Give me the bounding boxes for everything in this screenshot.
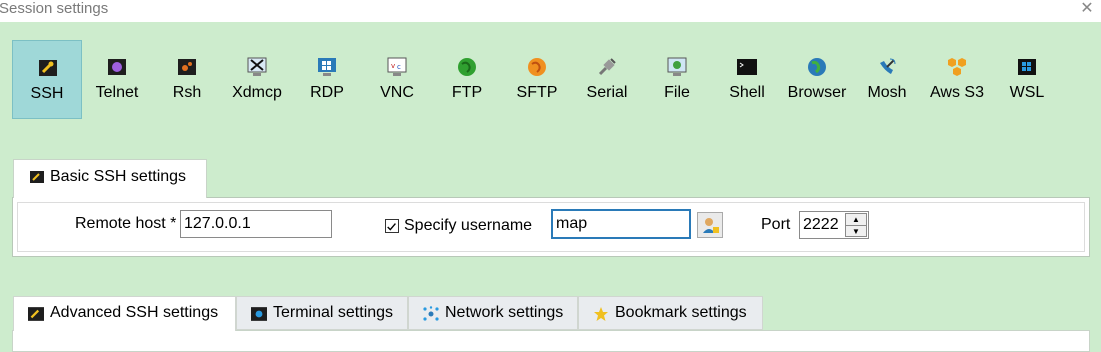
- session-type-label: Rsh: [172, 84, 202, 101]
- session-type-rdp[interactable]: RDP: [292, 40, 362, 119]
- ssh-key-icon: [39, 60, 57, 76]
- session-type-mosh[interactable]: Mosh: [852, 40, 922, 119]
- tab-label: Network settings: [445, 304, 564, 321]
- ftp-globe-icon: [458, 58, 476, 76]
- specify-username-checkbox[interactable]: [385, 219, 399, 233]
- telnet-icon: [108, 59, 126, 75]
- file-monitor-icon: [667, 57, 687, 76]
- session-type-label: FTP: [451, 84, 483, 101]
- session-type-ftp[interactable]: FTP: [432, 40, 502, 119]
- session-type-label: SSH: [30, 85, 64, 102]
- rsh-icon: [178, 59, 196, 75]
- svg-text:c: c: [397, 63, 401, 71]
- username-input[interactable]: [552, 210, 690, 238]
- session-type-telnet[interactable]: Telnet: [82, 40, 152, 119]
- session-type-sftp[interactable]: SFTP: [502, 40, 572, 119]
- network-icon: [423, 306, 439, 321]
- remote-host-input[interactable]: [180, 210, 332, 238]
- advanced-settings-panel: [12, 330, 1090, 352]
- checkmark-icon: [387, 223, 396, 231]
- tab-network-settings[interactable]: Network settings: [408, 296, 578, 330]
- session-type-file[interactable]: File: [642, 40, 712, 119]
- session-type-label: File: [664, 84, 690, 101]
- ssh-key-icon: [30, 171, 44, 183]
- port-increment-button[interactable]: ▲: [846, 214, 866, 226]
- tab-label: Bookmark settings: [615, 304, 747, 321]
- title-bar: Session settings ✕: [0, 0, 1101, 22]
- session-type-label: Shell: [729, 84, 765, 101]
- port-label: Port: [761, 216, 791, 233]
- session-type-serial[interactable]: Serial: [572, 40, 642, 119]
- terminal-icon: [251, 307, 267, 321]
- rdp-icon: [318, 58, 336, 76]
- tab-label: Terminal settings: [273, 304, 394, 321]
- star-icon: [594, 307, 608, 321]
- tab-terminal-settings[interactable]: Terminal settings: [236, 296, 408, 330]
- session-type-label: Serial: [586, 84, 628, 101]
- aws-s3-icon: [948, 58, 966, 76]
- session-type-shell[interactable]: Shell: [712, 40, 782, 119]
- tab-advanced-ssh-settings[interactable]: Advanced SSH settings: [13, 296, 236, 331]
- tab-bookmark-settings[interactable]: Bookmark settings: [578, 296, 763, 330]
- browser-globe-icon: [808, 58, 826, 76]
- session-type-label: RDP: [310, 84, 344, 101]
- session-type-label: Aws S3: [930, 84, 984, 101]
- port-decrement-button[interactable]: ▼: [846, 226, 866, 237]
- session-type-label: Xdmcp: [232, 84, 282, 101]
- session-type-label: Mosh: [867, 84, 907, 101]
- window-title: Session settings: [0, 0, 109, 17]
- user-icon: [703, 218, 719, 233]
- session-type-rsh[interactable]: Rsh: [152, 40, 222, 119]
- shell-terminal-icon: [737, 59, 757, 75]
- tab-label: Advanced SSH settings: [50, 304, 219, 321]
- wsl-windows-icon: [1018, 59, 1036, 75]
- sftp-icon: [528, 58, 546, 76]
- close-icon[interactable]: ✕: [1079, 0, 1095, 18]
- session-type-label: SFTP: [516, 84, 558, 101]
- session-type-xdmcp[interactable]: Xdmcp: [222, 40, 292, 119]
- session-type-ssh[interactable]: SSH: [12, 40, 82, 119]
- port-spinner: ▲ ▼: [845, 213, 867, 237]
- tab-label: Basic SSH settings: [50, 168, 187, 185]
- specify-username-label: Specify username: [404, 217, 533, 234]
- session-type-browser[interactable]: Browser: [782, 40, 852, 119]
- session-type-label: Browser: [787, 84, 847, 101]
- vnc-icon: vc: [387, 57, 407, 76]
- basic-settings-frame: [17, 202, 1085, 252]
- mosh-satellite-icon: [880, 58, 896, 74]
- xdmcp-icon: [247, 57, 267, 76]
- ssh-key-icon: [28, 307, 44, 321]
- session-type-label: WSL: [1009, 84, 1045, 101]
- session-type-aws-s3[interactable]: Aws S3: [922, 40, 992, 119]
- user-picker-button[interactable]: [697, 212, 723, 238]
- serial-plug-icon: [598, 58, 616, 76]
- remote-host-label: Remote host *: [75, 215, 177, 232]
- session-type-label: Telnet: [95, 84, 139, 101]
- session-type-toolbar: SSH Telnet Rsh Xdmcp RDP vc VNC FTP SFTP…: [12, 40, 1082, 120]
- tab-basic-ssh-settings[interactable]: Basic SSH settings: [13, 159, 207, 198]
- session-type-wsl[interactable]: WSL: [992, 40, 1062, 119]
- session-type-vnc[interactable]: vc VNC: [362, 40, 432, 119]
- svg-text:v: v: [391, 62, 395, 70]
- session-type-label: VNC: [380, 84, 414, 101]
